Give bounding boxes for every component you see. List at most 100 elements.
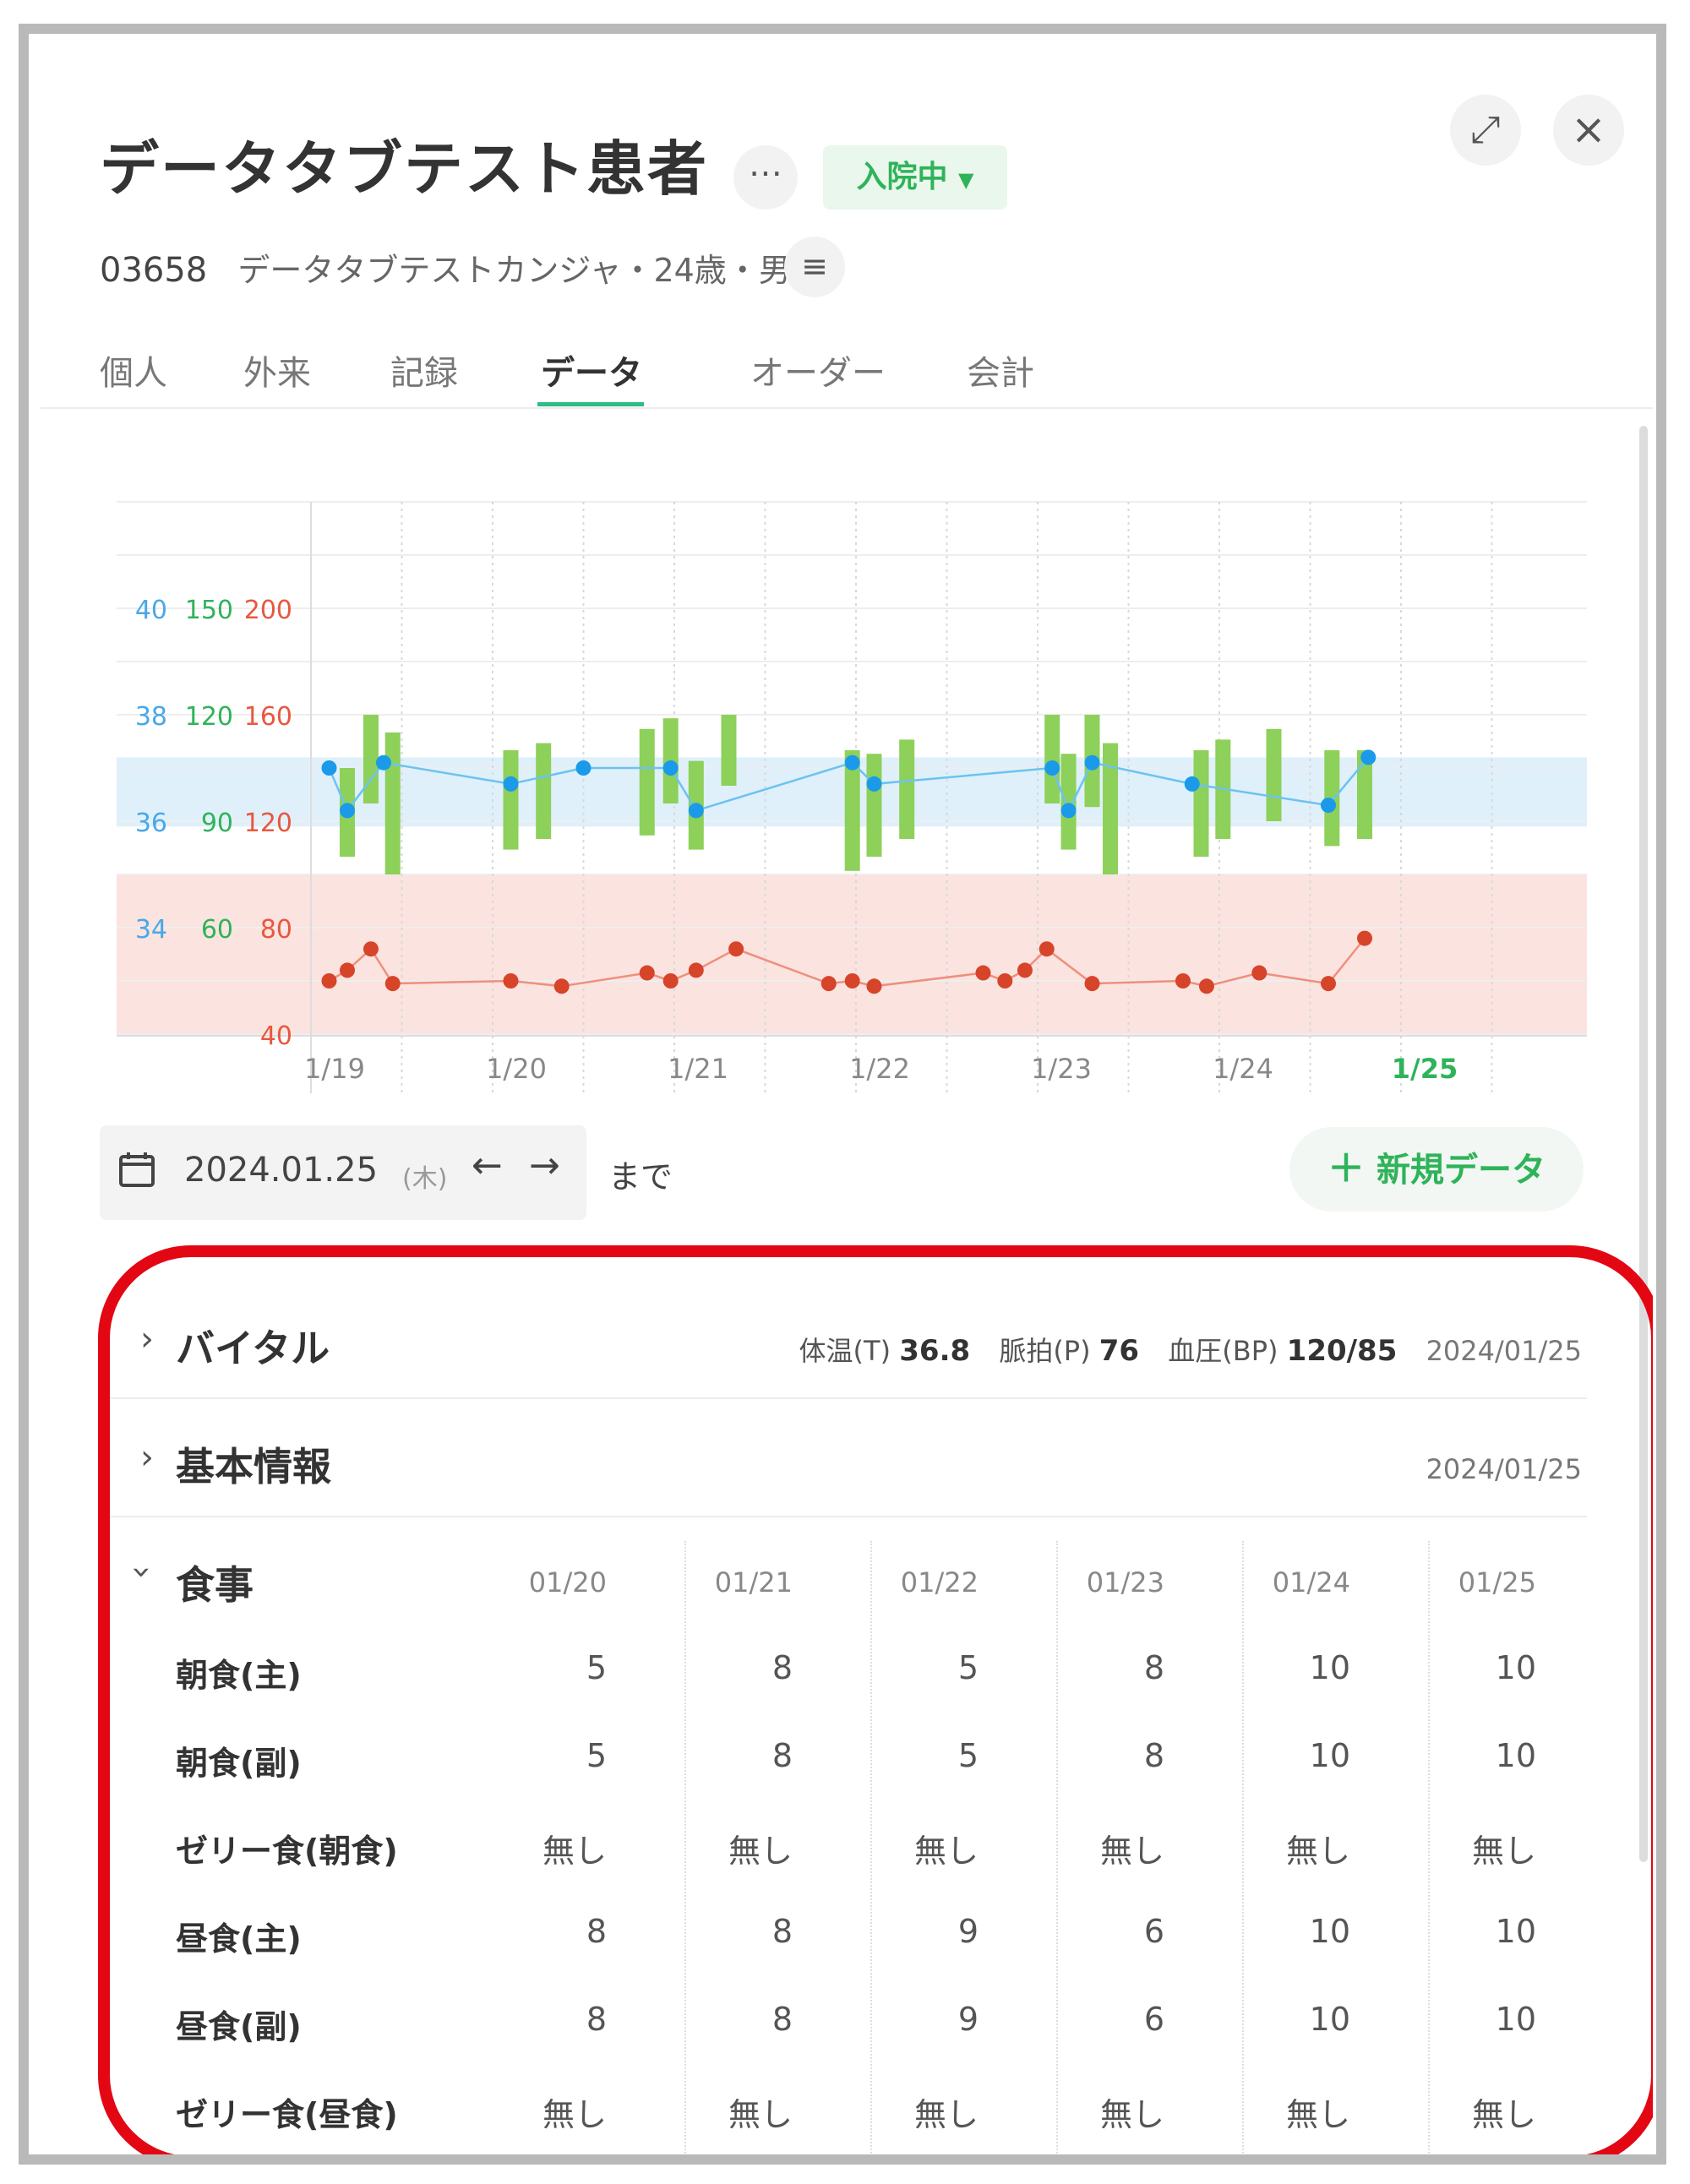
tab-personal[interactable]: 個人 bbox=[100, 346, 167, 395]
date-value: 2024.01.25 bbox=[184, 1151, 379, 1190]
table-column-divider bbox=[1056, 1541, 1058, 2154]
meal-cell[interactable]: 10 bbox=[1249, 1737, 1350, 1774]
bp-axis-tick: 160 bbox=[244, 702, 292, 732]
meal-cell[interactable]: 10 bbox=[1435, 1649, 1536, 1686]
arrow-right-icon[interactable]: → bbox=[529, 1144, 560, 1187]
pulse-bar bbox=[363, 715, 379, 803]
bp-point bbox=[1039, 941, 1055, 957]
memo-icon[interactable]: ≡ bbox=[784, 237, 845, 297]
meal-date-header: 01/21 bbox=[714, 1566, 793, 1599]
bp-axis-tick: 80 bbox=[260, 915, 292, 945]
tab-order[interactable]: オーダー bbox=[750, 346, 886, 395]
meal-cell[interactable]: 8 bbox=[1063, 1649, 1164, 1686]
meal-cell[interactable]: 無し bbox=[1063, 1825, 1164, 1871]
new-data-label: 新規データ bbox=[1376, 1151, 1546, 1190]
vital-section-title[interactable]: バイタル bbox=[176, 1318, 330, 1374]
meal-cell[interactable]: 10 bbox=[1435, 2001, 1536, 2038]
vital-summary: 体温(T) 36.8 脈拍(P) 76 血圧(BP) 120/85 2024/0… bbox=[799, 1330, 1582, 1369]
x-axis-tick: 1/22 bbox=[849, 1053, 910, 1085]
meal-cell[interactable]: 無し bbox=[505, 2089, 607, 2135]
temp-axis-tick: 38 bbox=[135, 702, 167, 732]
bp-axis-tick: 120 bbox=[244, 809, 292, 838]
meal-cell[interactable]: 無し bbox=[877, 2089, 979, 2135]
meal-cell[interactable]: 5 bbox=[505, 1737, 607, 1774]
bp-point bbox=[1175, 973, 1191, 989]
meal-cell[interactable]: 無し bbox=[1249, 2089, 1350, 2135]
meal-cell[interactable]: 無し bbox=[1435, 1825, 1536, 1871]
chevron-right-icon[interactable]: › bbox=[140, 1320, 154, 1359]
x-axis-tick: 1/19 bbox=[304, 1053, 365, 1085]
chevron-down-icon[interactable]: › bbox=[123, 1566, 161, 1579]
basic-section-title[interactable]: 基本情報 bbox=[176, 1436, 331, 1492]
new-data-button[interactable]: ＋ 新規データ bbox=[1289, 1127, 1584, 1212]
temperature-point bbox=[688, 803, 704, 819]
meal-cell[interactable]: 8 bbox=[691, 1649, 793, 1686]
pulse-axis-tick: 60 bbox=[201, 915, 233, 945]
expand-icon[interactable]: ⤢ bbox=[1450, 95, 1521, 166]
bp-normal-band bbox=[117, 874, 1587, 1034]
ellipsis-icon[interactable]: ⋯ bbox=[733, 145, 798, 210]
temperature-point bbox=[503, 776, 519, 792]
pulse-axis-tick: 150 bbox=[185, 596, 233, 625]
pulse-label: 脈拍(P) bbox=[999, 1335, 1091, 1367]
temp-axis-tick: 34 bbox=[135, 915, 167, 945]
meal-cell[interactable]: 8 bbox=[691, 1737, 793, 1774]
pulse-axis-tick: 90 bbox=[201, 809, 233, 838]
meal-cell[interactable]: 5 bbox=[877, 1737, 979, 1774]
chevron-right-icon[interactable]: › bbox=[140, 1438, 154, 1477]
meal-cell[interactable]: 無し bbox=[691, 2089, 793, 2135]
meal-cell[interactable]: 10 bbox=[1435, 1913, 1536, 1950]
meal-cell[interactable]: 8 bbox=[691, 1913, 793, 1950]
tab-record[interactable]: 記録 bbox=[390, 346, 458, 395]
arrow-left-icon[interactable]: ← bbox=[472, 1144, 503, 1187]
meal-cell[interactable]: 9 bbox=[877, 2001, 979, 2038]
weekday: (木) bbox=[402, 1164, 448, 1194]
pulse-bar bbox=[1193, 750, 1209, 857]
status-dropdown[interactable]: 入院中 ▼ bbox=[823, 145, 1007, 210]
temperature-point bbox=[1084, 754, 1100, 771]
pulse-bar bbox=[503, 750, 519, 850]
meal-cell[interactable]: 無し bbox=[1063, 2089, 1164, 2135]
meal-cell[interactable]: 9 bbox=[877, 1913, 979, 1950]
meal-cell[interactable]: 6 bbox=[1063, 2001, 1164, 2038]
meal-cell[interactable]: 無し bbox=[505, 1825, 607, 1871]
meal-cell[interactable]: 無し bbox=[691, 1825, 793, 1871]
meal-cell[interactable]: 無し bbox=[1249, 1825, 1350, 1871]
bp-point bbox=[503, 973, 519, 989]
bp-point bbox=[820, 976, 837, 992]
tab-data[interactable]: データ bbox=[541, 346, 642, 395]
x-axis-tick: 1/24 bbox=[1213, 1053, 1273, 1085]
meal-cell[interactable]: 無し bbox=[877, 1825, 979, 1871]
meal-section-title[interactable]: 食事 bbox=[176, 1555, 254, 1610]
meal-cell[interactable]: 10 bbox=[1249, 1913, 1350, 1950]
bp-axis-tick: 40 bbox=[260, 1021, 292, 1051]
tab-outpatient[interactable]: 外来 bbox=[243, 346, 311, 395]
temp-axis-tick: 40 bbox=[135, 596, 167, 625]
meal-cell[interactable]: 8 bbox=[1063, 1737, 1164, 1774]
temp-value: 36.8 bbox=[899, 1334, 971, 1368]
meal-cell[interactable]: 8 bbox=[505, 2001, 607, 2038]
bp-point bbox=[975, 965, 991, 981]
meal-cell[interactable]: 8 bbox=[691, 2001, 793, 2038]
temperature-point bbox=[340, 803, 355, 819]
date-picker[interactable]: 2024.01.25 (木) ← → bbox=[100, 1125, 586, 1220]
temperature-point bbox=[1184, 776, 1200, 792]
pulse-bar bbox=[536, 743, 552, 839]
highlight-annotation bbox=[98, 1245, 1653, 2154]
meal-cell[interactable]: 無し bbox=[1435, 2089, 1536, 2135]
meal-cell[interactable]: 10 bbox=[1249, 2001, 1350, 2038]
x-axis-tick: 1/25 bbox=[1392, 1053, 1458, 1085]
meal-cell[interactable]: 8 bbox=[505, 1913, 607, 1950]
close-icon[interactable]: × bbox=[1553, 95, 1624, 166]
meal-cell[interactable]: 10 bbox=[1249, 1649, 1350, 1686]
meal-cell[interactable]: 10 bbox=[1435, 1737, 1536, 1774]
meal-cell[interactable]: 5 bbox=[877, 1649, 979, 1686]
calendar-icon bbox=[119, 1152, 155, 1187]
bp-point bbox=[384, 976, 401, 992]
meal-row-label: 昼食(主) bbox=[176, 1920, 302, 1958]
tab-accounting[interactable]: 会計 bbox=[967, 346, 1034, 395]
meal-cell[interactable]: 5 bbox=[505, 1649, 607, 1686]
meal-cell[interactable]: 6 bbox=[1063, 1913, 1164, 1950]
tab-divider bbox=[41, 407, 1653, 409]
meal-row-label: 朝食(副) bbox=[176, 1745, 302, 1782]
